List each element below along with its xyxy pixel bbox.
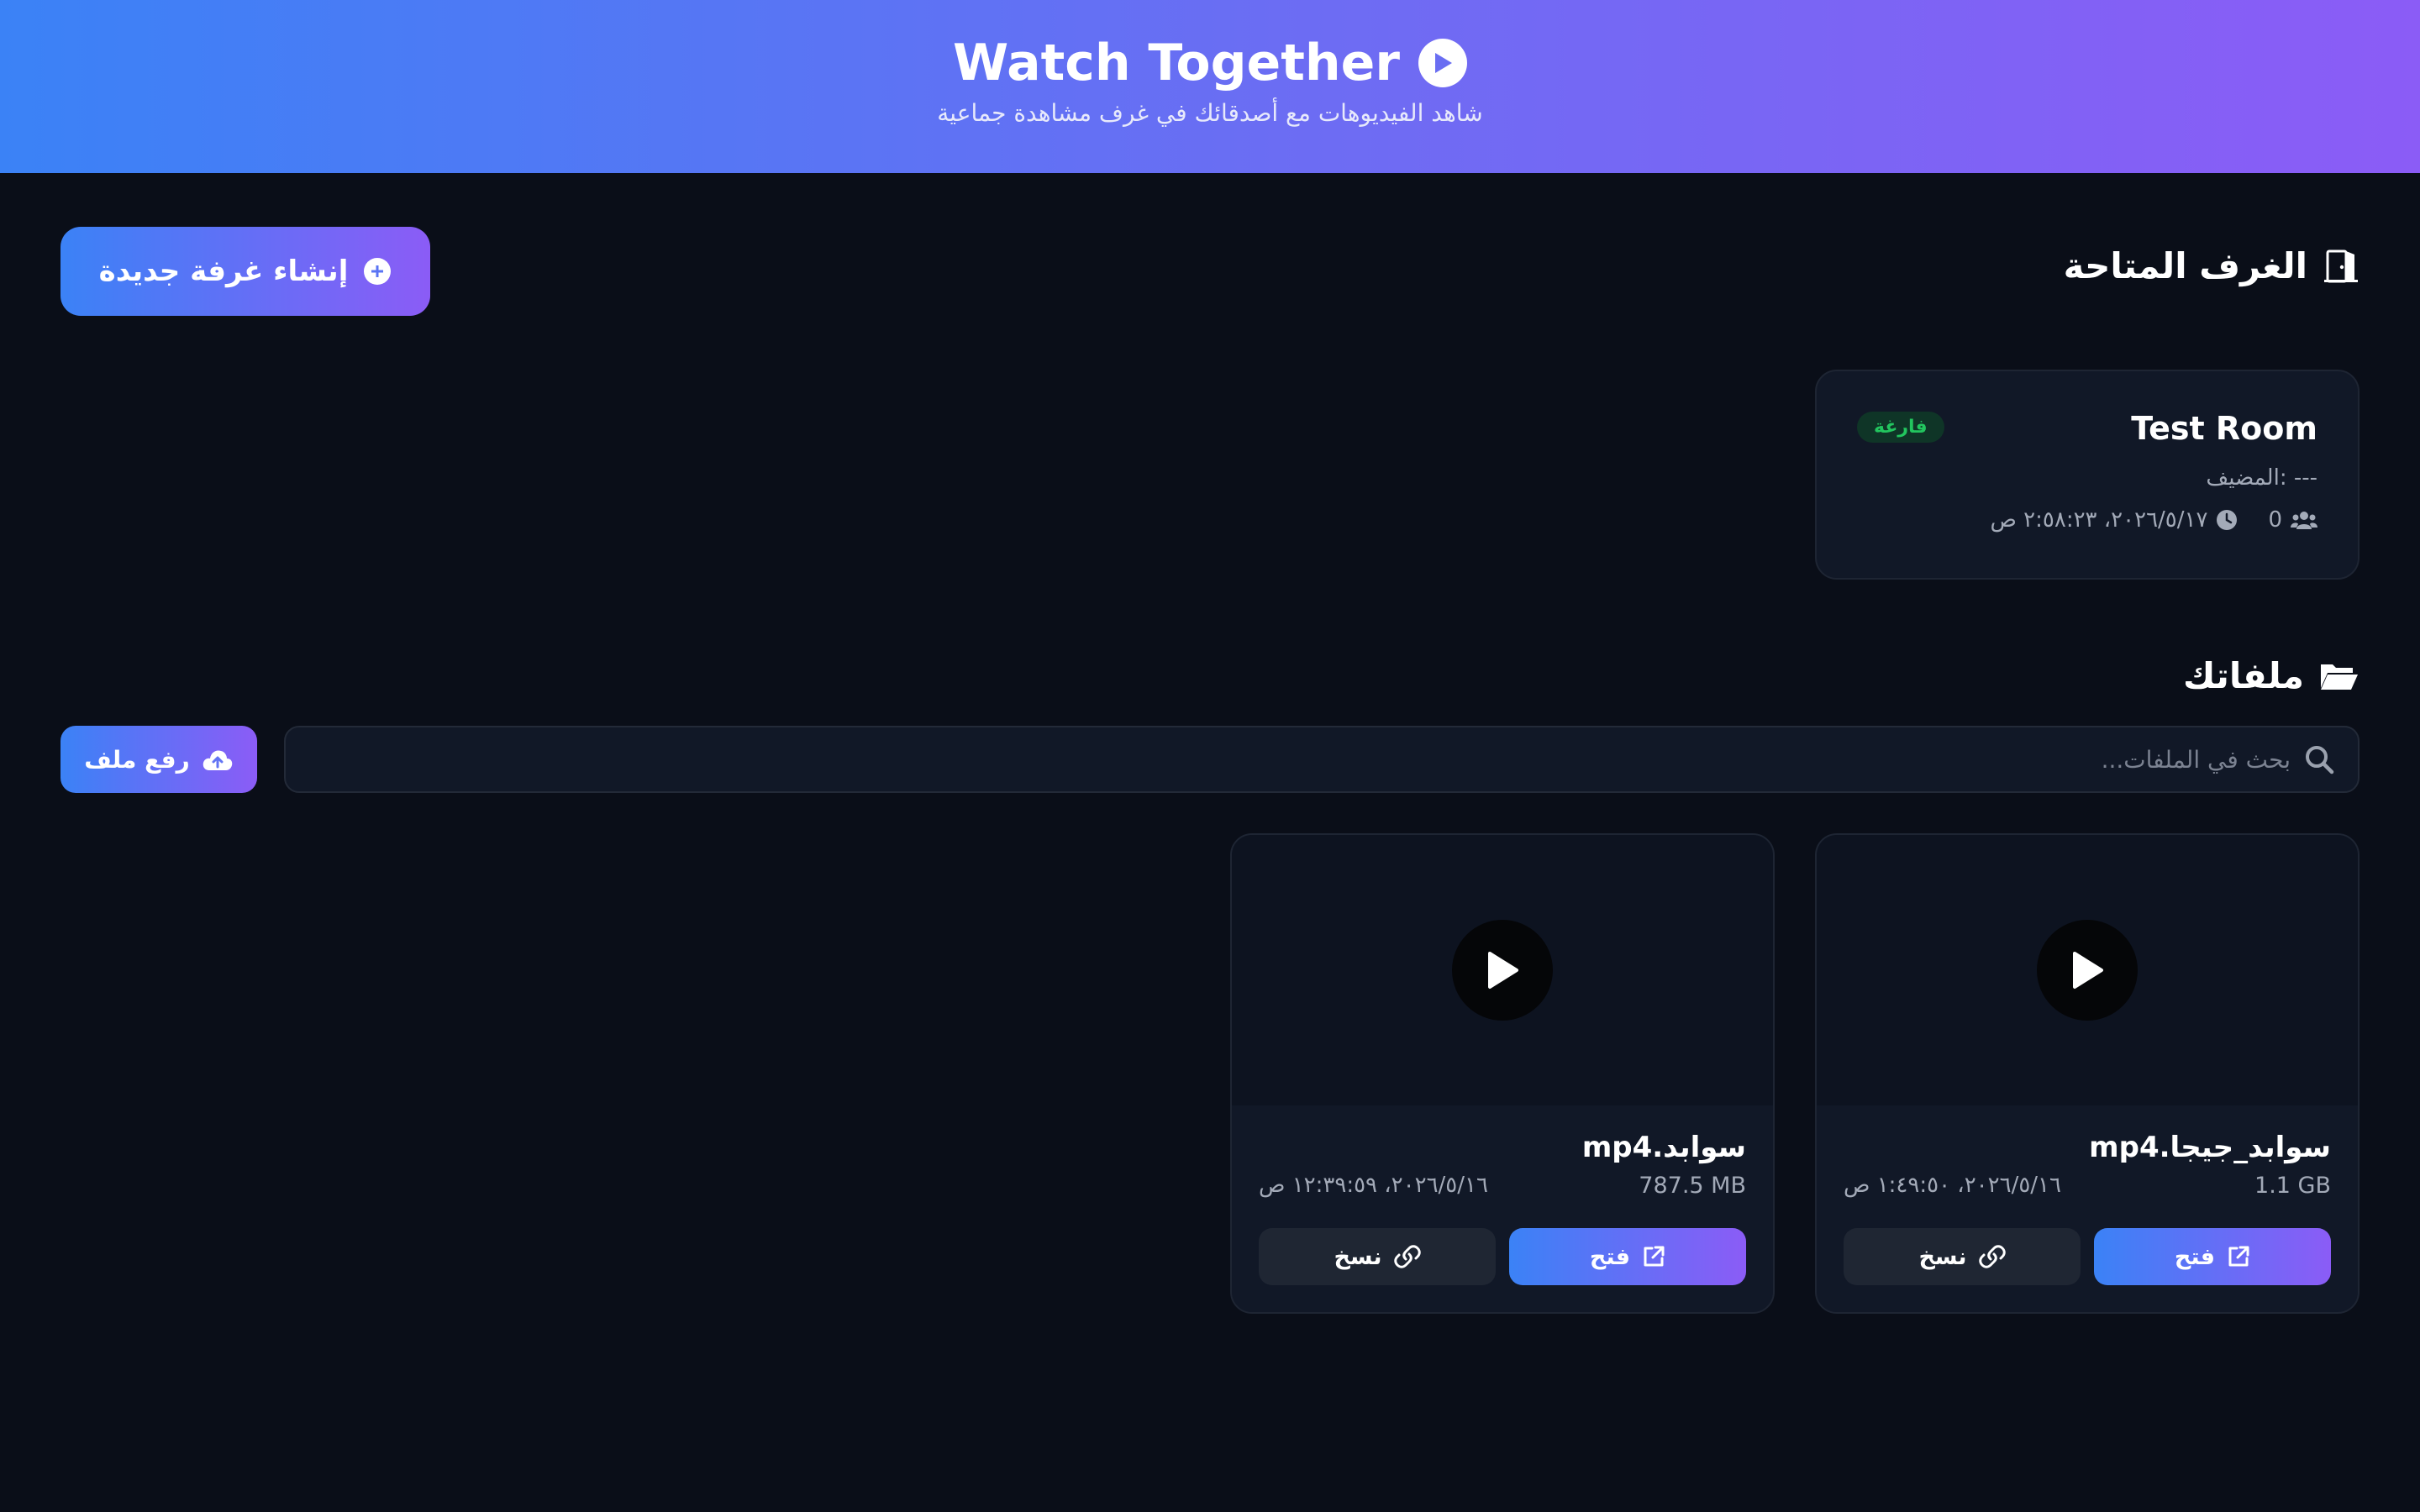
play-icon[interactable] [1452, 920, 1553, 1021]
rooms-section-title: الغرف المتاحة [2064, 245, 2360, 286]
file-size: 787.5 MB [1639, 1173, 1746, 1199]
play-circle-icon [1418, 39, 1467, 87]
files-section-title: ملفاتك [2183, 655, 2360, 696]
external-link-icon [2227, 1245, 2250, 1268]
copy-label: نسخ [1918, 1243, 1967, 1270]
plus-circle-icon [363, 257, 392, 286]
external-link-icon [1642, 1245, 1665, 1268]
upload-file-button[interactable]: رفع ملف [60, 726, 257, 793]
link-icon [1978, 1245, 2006, 1268]
folder-open-icon [2319, 659, 2360, 693]
search-icon [2304, 744, 2334, 774]
copy-label: نسخ [1334, 1243, 1382, 1270]
open-label: فتح [2174, 1243, 2216, 1270]
file-card: سوابد.mp4 787.5 MB ٢٠٢٦/٥/١٦، ١٢:٣٩:٥٩ ص… [1230, 833, 1775, 1314]
app-title-row: Watch Together [0, 34, 2420, 92]
upload-file-label: رفع ملف [84, 745, 190, 774]
copy-link-button[interactable]: نسخ [1844, 1228, 2081, 1285]
create-room-button[interactable]: إنشاء غرفة جديدة [60, 227, 430, 316]
link-icon [1393, 1245, 1421, 1268]
room-host: المضيف: --- [2206, 465, 2317, 491]
room-card[interactable]: Test Room فارغة المضيف: --- ٢٠٢٦/٥/١٧، ٢… [1815, 370, 2360, 580]
files-title-text: ملفاتك [2182, 655, 2304, 696]
door-open-icon [2323, 248, 2360, 285]
status-badge: فارغة [1857, 412, 1944, 443]
copy-link-button[interactable]: نسخ [1259, 1228, 1496, 1285]
video-thumbnail[interactable] [1817, 835, 2358, 1105]
rooms-title-text: الغرف المتاحة [2063, 245, 2307, 286]
create-room-label: إنشاء غرفة جديدة [98, 255, 349, 288]
search-box [284, 726, 2360, 793]
clock-icon [2216, 509, 2238, 531]
file-size: 1.1 GB [2254, 1173, 2331, 1199]
room-name: Test Room [2131, 410, 2317, 447]
play-icon[interactable] [2037, 920, 2138, 1021]
cloud-upload-icon [202, 747, 234, 772]
app-header: Watch Together شاهد الفيديوهات مع أصدقائ… [0, 0, 2420, 173]
file-name: سوابد.mp4 [1581, 1131, 1746, 1164]
room-created-time: ٢٠٢٦/٥/١٧، ٢:٥٨:٢٣ ص [1990, 507, 2208, 533]
file-card: سوابد_جيجا.mp4 1.1 GB ٢٠٢٦/٥/١٦، ١:٤٩:٥٠… [1815, 833, 2360, 1314]
video-thumbnail[interactable] [1232, 835, 1773, 1105]
open-label: فتح [1589, 1243, 1631, 1270]
app-title: Watch Together [953, 34, 1400, 92]
room-meta: ٢٠٢٦/٥/١٧، ٢:٥٨:٢٣ ص 0 [1990, 507, 2317, 533]
file-date: ٢٠٢٦/٥/١٦، ١:٤٩:٥٠ ص [1844, 1173, 2061, 1198]
users-icon [2291, 509, 2317, 531]
search-input[interactable] [1030, 745, 2291, 774]
room-participants-count: 0 [2268, 507, 2282, 533]
file-date: ٢٠٢٦/٥/١٦، ١٢:٣٩:٥٩ ص [1259, 1173, 1488, 1198]
open-file-button[interactable]: فتح [1509, 1228, 1746, 1285]
open-file-button[interactable]: فتح [2094, 1228, 2331, 1285]
file-name: سوابد_جيجا.mp4 [2089, 1131, 2331, 1164]
app-subtitle: شاهد الفيديوهات مع أصدقائك في غرف مشاهدة… [937, 99, 1483, 127]
